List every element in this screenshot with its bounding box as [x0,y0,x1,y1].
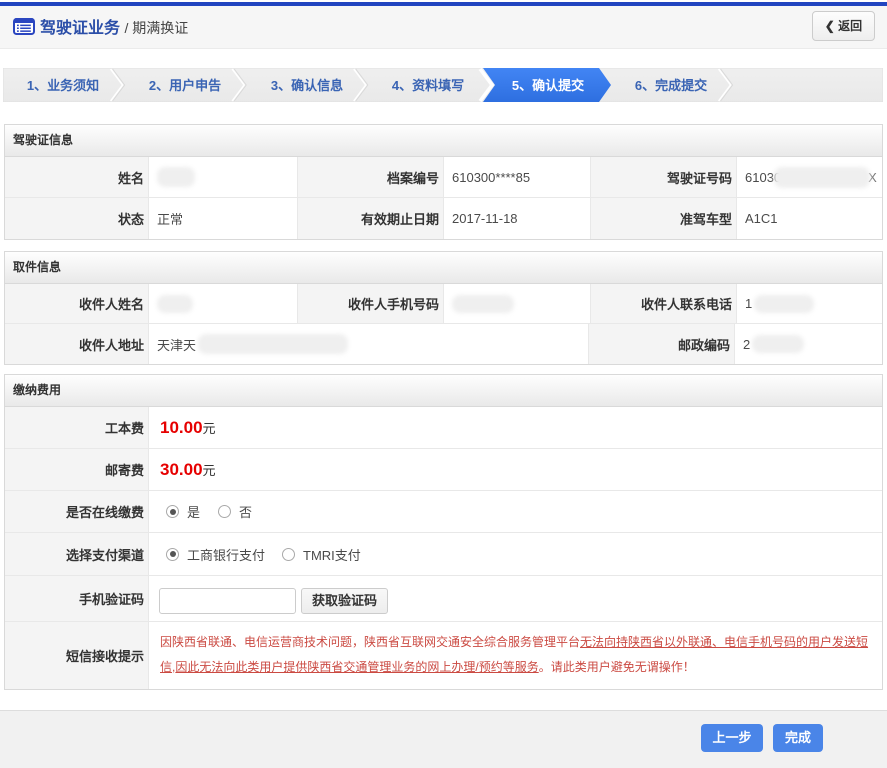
svg-text:1、业务须知: 1、业务须知 [27,78,99,93]
svg-text:5、确认提交: 5、确认提交 [512,78,584,93]
svg-text:3、确认信息: 3、确认信息 [271,78,343,93]
svg-text:6、完成提交: 6、完成提交 [635,78,707,93]
svg-text:4、资料填写: 4、资料填写 [392,78,464,93]
svg-text:2、用户申告: 2、用户申告 [149,78,221,93]
